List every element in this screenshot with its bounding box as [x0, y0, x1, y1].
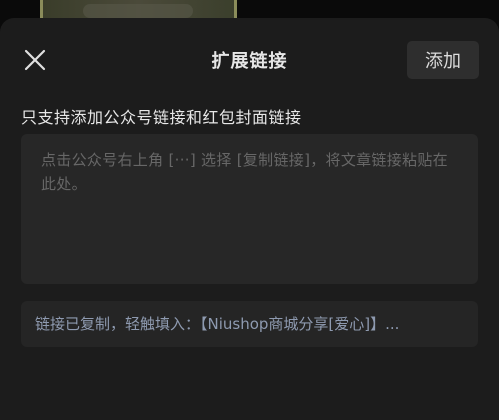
- support-hint: 只支持添加公众号链接和红包封面链接: [21, 108, 302, 127]
- clipboard-suggestion[interactable]: 链接已复制，轻触填入：【Niushop商城分享[爱心]】...: [21, 301, 478, 347]
- sheet-header: 扩展链接 添加: [0, 18, 499, 102]
- add-button[interactable]: 添加: [407, 41, 479, 79]
- link-input[interactable]: 点击公众号右上角 [···] 选择 [复制链接]，将文章链接粘贴在此处。: [21, 134, 478, 284]
- extension-link-sheet: 扩展链接 添加 只支持添加公众号链接和红包封面链接 点击公众号右上角 [···]…: [0, 18, 499, 420]
- background-image-detail: [83, 4, 193, 18]
